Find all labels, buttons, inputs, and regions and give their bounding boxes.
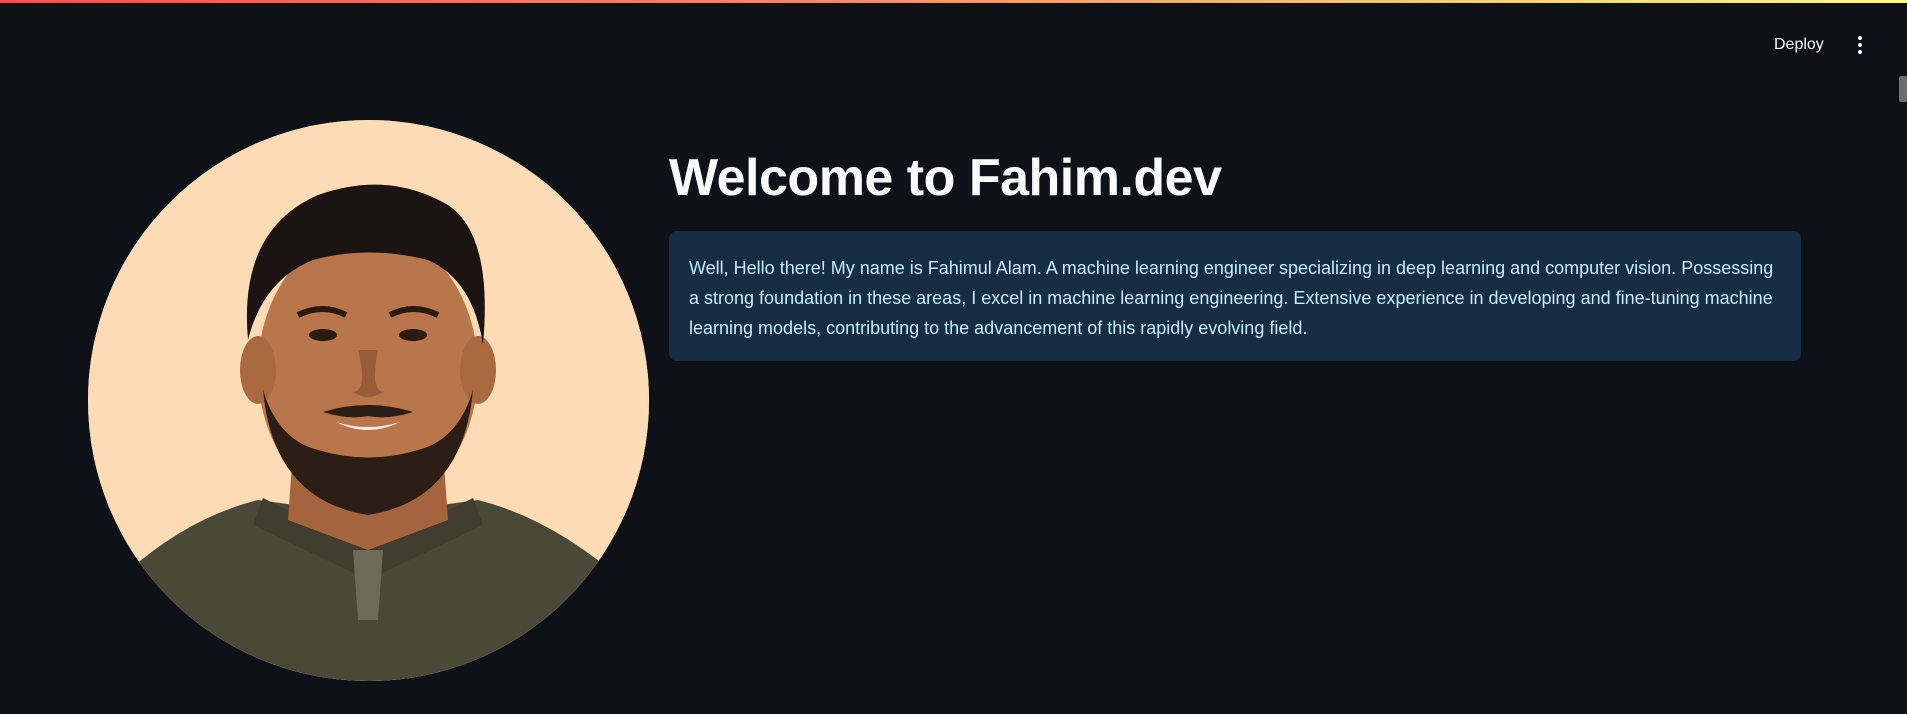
intro-info-box: Well, Hello there! My name is Fahimul Al… — [669, 231, 1801, 361]
vertical-ellipsis-icon — [1858, 36, 1862, 40]
deploy-button[interactable]: Deploy — [1762, 28, 1836, 62]
vertical-ellipsis-icon-dot — [1858, 50, 1862, 54]
main-menu-button[interactable] — [1846, 28, 1874, 62]
vertical-ellipsis-icon-dot — [1858, 43, 1862, 47]
profile-photo — [88, 120, 649, 681]
scrollbar-thumb[interactable] — [1899, 76, 1907, 102]
app-header: Deploy — [0, 0, 1907, 90]
page-title: Welcome to Fahim.dev — [669, 149, 1222, 207]
intro-text: Well, Hello there! My name is Fahimul Al… — [689, 258, 1774, 338]
